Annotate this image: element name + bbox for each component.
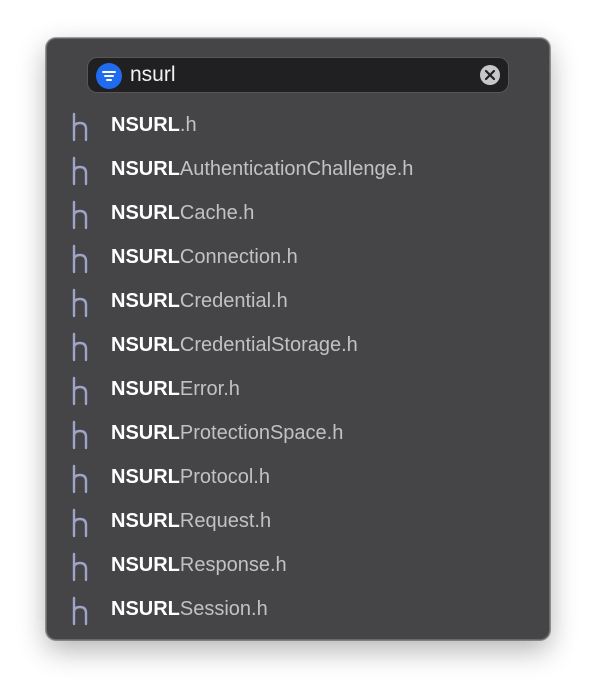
file-name: NSURL.h [111,103,197,147]
result-row[interactable]: NSURLConnection.h [47,235,551,279]
file-name-match: NSURL [111,334,180,356]
search-input[interactable] [130,61,470,89]
file-name-match: NSURL [111,466,180,488]
result-row[interactable]: NSURL.h [47,103,551,147]
file-name-rest: Error.h [179,378,240,400]
file-name: NSURLConnection.h [111,235,298,279]
file-name-match: NSURL [111,510,180,532]
file-name-rest: ProtectionSpace.h [179,422,344,444]
file-name-match: NSURL [111,422,180,444]
result-row[interactable]: NSURLAuthenticationChallenge.h [47,147,551,191]
file-name-match: NSURL [111,246,180,268]
file-name: NSURLRequest.h [111,499,271,543]
result-row[interactable]: NSURLProtocol.h [47,455,551,499]
file-name-match: NSURL [111,202,180,224]
file-name-rest: .h [179,114,197,136]
file-name-match: NSURL [111,290,180,312]
header-file-icon [69,200,93,230]
filter-icon[interactable] [96,63,122,89]
header-file-icon [69,464,93,494]
file-name: NSURLError.h [111,367,240,411]
open-quickly-popover: NSURL.h NSURLAuthenticationChallenge.h N… [46,38,550,640]
header-file-icon [69,288,93,318]
result-row[interactable]: NSURLCache.h [47,191,551,235]
header-file-icon [69,376,93,406]
header-file-icon [69,596,93,626]
file-name-match: NSURL [111,554,180,576]
file-name: NSURLProtocol.h [111,455,270,499]
header-file-icon [69,420,93,450]
file-name: NSURLSession.h [111,587,268,631]
file-name-match: NSURL [111,598,180,620]
file-name-match: NSURL [111,158,180,180]
file-name-rest: Session.h [179,598,268,620]
header-file-icon [69,244,93,274]
result-row[interactable]: NSURLResponse.h [47,543,551,587]
clear-search-icon[interactable] [479,64,501,86]
file-name: NSURLCredentialStorage.h [111,323,358,367]
file-name: NSURLAuthenticationChallenge.h [111,147,413,191]
file-name-rest: Request.h [179,510,272,532]
file-name-rest: Cache.h [179,202,255,224]
header-file-icon [69,332,93,362]
result-row[interactable]: NSURLProtectionSpace.h [47,411,551,455]
file-name-rest: Credential.h [179,290,288,312]
file-name: NSURLResponse.h [111,543,287,587]
result-row[interactable]: NSURLError.h [47,367,551,411]
results-list: NSURL.h NSURLAuthenticationChallenge.h N… [47,103,551,631]
search-bar[interactable] [87,57,509,93]
file-name-match: NSURL [111,378,180,400]
file-name-rest: AuthenticationChallenge.h [179,158,414,180]
result-row[interactable]: NSURLSession.h [47,587,551,631]
file-name: NSURLCredential.h [111,279,288,323]
header-file-icon [69,508,93,538]
file-name: NSURLCache.h [111,191,254,235]
file-name-rest: CredentialStorage.h [179,334,358,356]
result-row[interactable]: NSURLCredential.h [47,279,551,323]
file-name-rest: Protocol.h [179,466,270,488]
file-name: NSURLProtectionSpace.h [111,411,343,455]
header-file-icon [69,156,93,186]
header-file-icon [69,552,93,582]
file-name-rest: Connection.h [179,246,298,268]
header-file-icon [69,112,93,142]
file-name-rest: Response.h [179,554,287,576]
result-row[interactable]: NSURLCredentialStorage.h [47,323,551,367]
file-name-match: NSURL [111,114,180,136]
result-row[interactable]: NSURLRequest.h [47,499,551,543]
